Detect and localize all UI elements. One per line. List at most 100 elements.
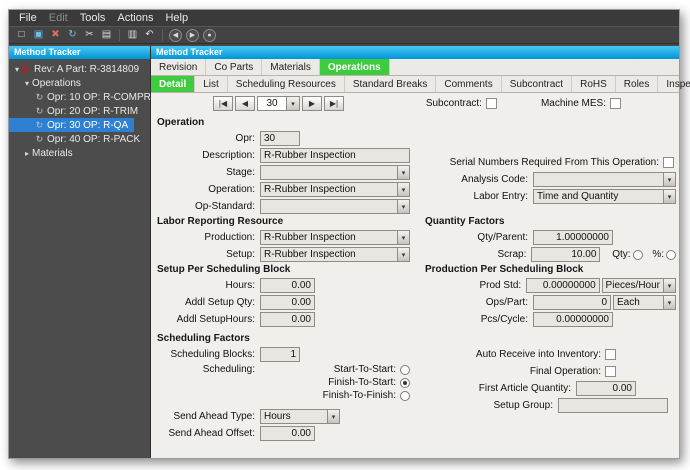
addl-setup-qty-field[interactable]: 0.00: [260, 295, 315, 310]
next-record-button[interactable]: ▶: [302, 96, 322, 111]
tree-item-materials[interactable]: ▸ Materials: [9, 146, 79, 160]
prod-std-field[interactable]: 0.00000000: [526, 278, 599, 293]
prod-std-unit-value[interactable]: Pieces/Hour: [602, 278, 663, 293]
serial-required-checkbox[interactable]: [663, 157, 674, 168]
menu-file[interactable]: File: [13, 11, 43, 25]
scrap-qty-radio[interactable]: [633, 250, 643, 260]
send-ahead-type-select[interactable]: Hours ▾: [260, 409, 340, 424]
op-standard-value[interactable]: [260, 199, 397, 214]
hours-field[interactable]: 0.00: [260, 278, 315, 293]
expander-icon[interactable]: ▾: [12, 65, 22, 74]
setup-group-field[interactable]: [558, 398, 668, 413]
expander-icon[interactable]: ▾: [22, 79, 32, 88]
menu-tools[interactable]: Tools: [74, 11, 112, 25]
prev-record-button[interactable]: ◀: [235, 96, 255, 111]
first-record-button[interactable]: |◀: [213, 96, 233, 111]
save-icon[interactable]: ▣: [30, 28, 47, 43]
addl-setup-hours-field[interactable]: 0.00: [260, 312, 315, 327]
tree-item-operations[interactable]: ▾ Operations: [9, 76, 87, 90]
chevron-down-icon[interactable]: ▾: [663, 278, 676, 293]
stage-value[interactable]: [260, 165, 397, 180]
tab-operations[interactable]: Operations: [320, 59, 390, 75]
chevron-down-icon[interactable]: ▾: [397, 247, 410, 262]
tree-item-root[interactable]: ▾ Rev: A Part: R-3814809: [9, 62, 145, 76]
tab-rohs[interactable]: RoHS: [572, 76, 616, 92]
scrap-pct-radio[interactable]: [666, 250, 676, 260]
analysis-code-value[interactable]: [533, 172, 663, 187]
expander-icon[interactable]: ▸: [22, 149, 32, 158]
chevron-down-icon[interactable]: ▾: [663, 295, 676, 310]
final-operation-checkbox[interactable]: [605, 366, 616, 377]
finish-to-finish-radio[interactable]: [400, 391, 410, 401]
tab-scheduling-resources[interactable]: Scheduling Resources: [228, 76, 345, 92]
chevron-down-icon[interactable]: ▾: [397, 165, 410, 180]
nav-stop-icon[interactable]: ●: [203, 29, 216, 42]
ops-part-unit-value[interactable]: Each: [613, 295, 663, 310]
menu-help[interactable]: Help: [159, 11, 194, 25]
production-select[interactable]: R-Rubber Inspection ▾: [260, 230, 410, 245]
operation-value[interactable]: R-Rubber Inspection: [260, 182, 397, 197]
cut-icon[interactable]: ✂: [81, 28, 98, 43]
tab-co-parts[interactable]: Co Parts: [206, 59, 262, 75]
tab-comments[interactable]: Comments: [436, 76, 501, 92]
setup-value[interactable]: R-Rubber Inspection: [260, 247, 397, 262]
machine-mes-checkbox[interactable]: [610, 98, 621, 109]
chevron-down-icon[interactable]: ▾: [397, 230, 410, 245]
pcs-cycle-field[interactable]: 0.00000000: [533, 312, 613, 327]
auto-receive-checkbox[interactable]: [605, 349, 616, 360]
first-article-field[interactable]: 0.00: [576, 381, 636, 396]
tab-detail[interactable]: Detail: [151, 76, 195, 92]
copy-icon[interactable]: ▤: [98, 28, 115, 43]
chevron-down-icon[interactable]: ▾: [327, 409, 340, 424]
chevron-down-icon[interactable]: ▾: [397, 182, 410, 197]
tab-revision[interactable]: Revision: [151, 59, 206, 75]
tab-subcontract[interactable]: Subcontract: [502, 76, 572, 92]
ops-part-field[interactable]: 0: [533, 295, 611, 310]
tree-item-opr-10[interactable]: ↻ Opr: 10 OP: R-COMPR: [9, 90, 157, 104]
operation-select[interactable]: R-Rubber Inspection ▾: [260, 182, 410, 197]
chevron-down-icon[interactable]: ▾: [287, 96, 300, 111]
paste-icon[interactable]: ▥: [124, 28, 141, 43]
tab-standard-breaks[interactable]: Standard Breaks: [345, 76, 437, 92]
send-ahead-offset-field[interactable]: 0.00: [260, 426, 315, 441]
chevron-down-icon[interactable]: ▾: [663, 172, 676, 187]
serial-required-label: Serial Numbers Required From This Operat…: [450, 157, 659, 168]
chevron-down-icon[interactable]: ▾: [663, 189, 676, 204]
record-combo[interactable]: 30 ▾: [257, 96, 300, 111]
tree-item-opr-20[interactable]: ↻ Opr: 20 OP: R-TRIM: [9, 104, 144, 118]
labor-entry-value[interactable]: Time and Quantity: [533, 189, 663, 204]
stage-select[interactable]: ▾: [260, 165, 410, 180]
refresh-icon[interactable]: ↻: [64, 28, 81, 43]
last-record-button[interactable]: ▶|: [324, 96, 344, 111]
scrap-field[interactable]: 10.00: [531, 247, 600, 262]
undo-icon[interactable]: ↶: [141, 28, 158, 43]
menu-actions[interactable]: Actions: [111, 11, 159, 25]
opr-field[interactable]: 30: [260, 131, 300, 146]
nav-forward-icon[interactable]: ▶: [186, 29, 199, 42]
tab-materials[interactable]: Materials: [262, 59, 320, 75]
description-field[interactable]: R-Rubber Inspection: [260, 148, 410, 163]
tab-inspection[interactable]: Inspection: [658, 76, 690, 92]
record-combo-value[interactable]: 30: [257, 96, 287, 111]
labor-entry-select[interactable]: Time and Quantity ▾: [533, 189, 676, 204]
setup-select[interactable]: R-Rubber Inspection ▾: [260, 247, 410, 262]
start-to-start-radio[interactable]: [400, 365, 410, 375]
nav-back-icon[interactable]: ◀: [169, 29, 182, 42]
tab-list[interactable]: List: [195, 76, 228, 92]
tree-item-opr-40[interactable]: ↻ Opr: 40 OP: R-PACK: [9, 132, 146, 146]
op-standard-select[interactable]: ▾: [260, 199, 410, 214]
subcontract-checkbox[interactable]: [486, 98, 497, 109]
scheduling-blocks-field[interactable]: 1: [260, 347, 300, 362]
tab-roles[interactable]: Roles: [616, 76, 659, 92]
prod-std-unit-select[interactable]: Pieces/Hour ▾: [602, 278, 676, 293]
production-value[interactable]: R-Rubber Inspection: [260, 230, 397, 245]
ops-part-unit-select[interactable]: Each ▾: [613, 295, 676, 310]
analysis-code-select[interactable]: ▾: [533, 172, 676, 187]
new-icon[interactable]: □: [13, 28, 30, 43]
send-ahead-type-value[interactable]: Hours: [260, 409, 327, 424]
finish-to-start-radio[interactable]: [400, 378, 410, 388]
qty-parent-field[interactable]: 1.00000000: [533, 230, 613, 245]
tree-item-opr-30[interactable]: ↻ Opr: 30 OP: R-QA: [9, 118, 134, 132]
delete-icon[interactable]: ✖: [47, 28, 64, 43]
chevron-down-icon[interactable]: ▾: [397, 199, 410, 214]
